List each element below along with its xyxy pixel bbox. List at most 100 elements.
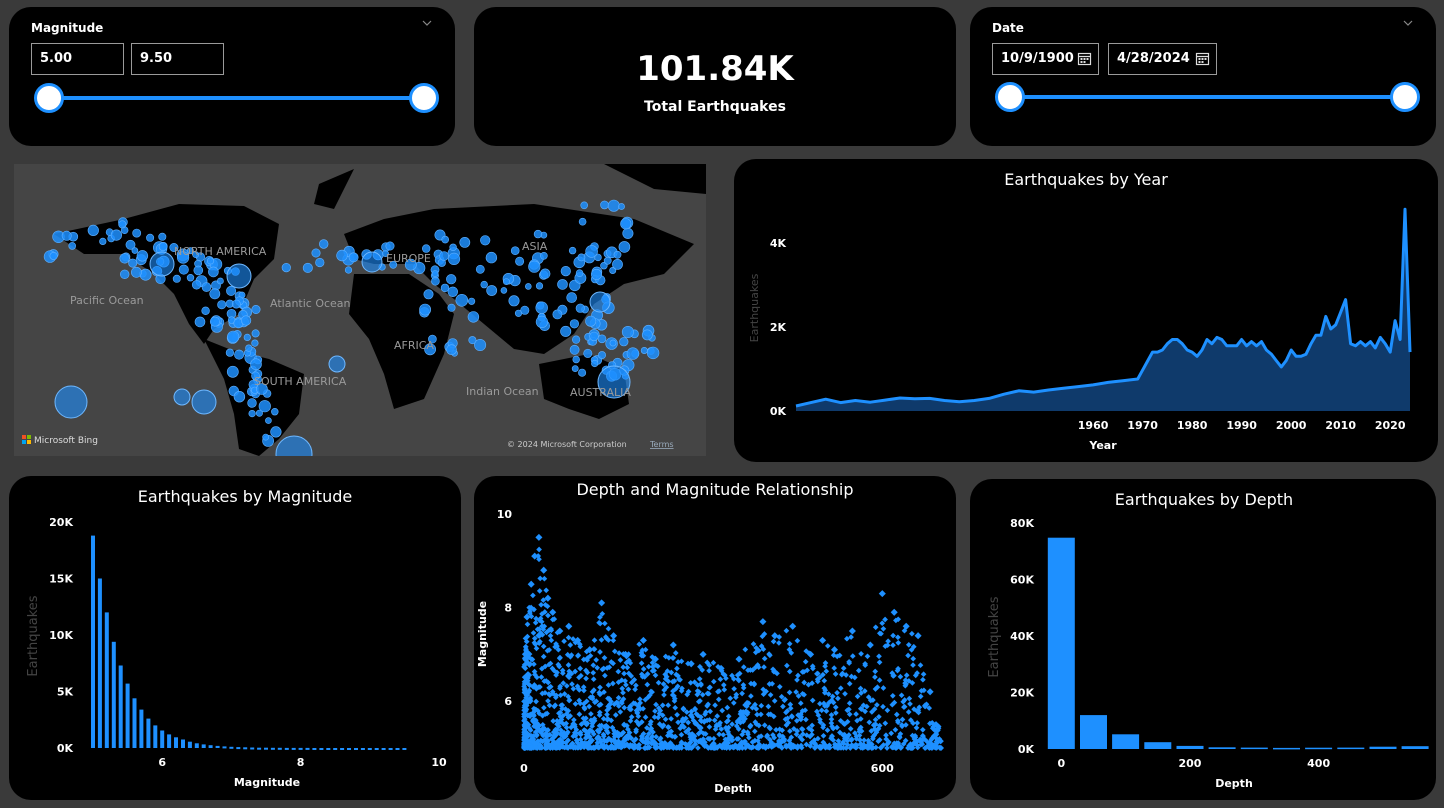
earthquake-marker (275, 435, 313, 456)
scatter-cloud-point (823, 668, 830, 675)
scatter-cloud-point (876, 653, 882, 660)
earthquake-marker (612, 259, 623, 270)
scatter-cloud-point (569, 681, 575, 687)
magnitude-bar (146, 718, 151, 748)
scatter-cloud-point (565, 662, 572, 668)
earthquake-marker (217, 300, 227, 310)
earthquake-marker (248, 410, 256, 418)
scatter-cloud-point (784, 662, 790, 669)
scatter-cloud-point (680, 705, 687, 712)
scatter-point (535, 533, 543, 541)
scatter-cloud-point (586, 703, 593, 710)
earthquake-marker (646, 346, 660, 360)
magnitude-min-input[interactable]: 5.00 (31, 43, 124, 75)
depth-bar (1047, 537, 1075, 749)
scatter-cloud-point (633, 682, 639, 689)
scatter-cloud-point (706, 724, 713, 730)
magnitude-slider-track[interactable] (49, 96, 425, 100)
scatter-cloud-point (776, 640, 782, 646)
scatter-cloud-point (765, 703, 772, 710)
depth-bar (1176, 745, 1204, 749)
magnitude-bar (125, 683, 130, 748)
date-slider-start-handle[interactable] (995, 82, 1025, 112)
earthquake-marker (641, 329, 653, 341)
earthquake-marker (193, 265, 204, 276)
magnitude-slider-max-handle[interactable] (409, 83, 439, 113)
magnitude-bar (236, 747, 241, 750)
scatter-cloud-point (909, 630, 915, 637)
earthquake-marker (528, 260, 541, 273)
map-terms-link[interactable]: Terms (649, 440, 674, 449)
date-slider-track[interactable] (1010, 95, 1406, 99)
scatter-cloud-point (880, 703, 886, 710)
magnitude-bar (360, 748, 365, 750)
scatter-cloud-point (905, 652, 911, 659)
scatter-cloud-point (837, 685, 844, 692)
earthquake-marker (361, 251, 383, 273)
earthquake-marker (535, 301, 548, 314)
scatter-cloud-point (905, 709, 912, 715)
scatter-cloud-point (580, 684, 587, 690)
scatter-cloud-point (644, 681, 651, 688)
chevron-down-icon[interactable] (421, 17, 433, 29)
chevron-down-icon[interactable] (1402, 17, 1414, 29)
magnitude-y-tick-label: 15K (49, 573, 73, 586)
scatter-cloud-point (550, 718, 557, 724)
date-start-input[interactable]: 10/9/1900 (992, 43, 1099, 75)
magnitude-bar (167, 734, 172, 748)
magnitude-max-input[interactable]: 9.50 (131, 43, 224, 75)
earthquake-marker (315, 257, 325, 268)
magnitude-y-tick-label: 20K (49, 516, 73, 529)
earthquake-marker (475, 264, 485, 274)
earthquake-marker (173, 388, 191, 406)
map-copyright: © 2024 Microsoft Corporation (507, 440, 627, 449)
scatter-cloud-point (786, 668, 793, 675)
scatter-cloud-point (832, 704, 839, 711)
scatter-cloud-point (725, 713, 732, 720)
year-chart: Earthquakes by Year 0K 2K 4K 1960 1970 1980 199… (748, 170, 1412, 452)
scatter-cloud-point (546, 702, 553, 709)
earthquake-marker (226, 263, 252, 289)
earthquake-marker (119, 253, 130, 264)
scatter-cloud-point (533, 645, 540, 652)
scatter-x-tick-label: 600 (871, 762, 894, 775)
scatter-cloud-point (712, 702, 718, 709)
earthquake-marker (131, 266, 142, 278)
scatter-cloud-point (905, 641, 912, 648)
scatter-point (598, 599, 606, 607)
depth-y-tick-label: 40K (1010, 630, 1034, 643)
scatter-cloud-point (893, 711, 900, 718)
calendar-icon[interactable] (1195, 51, 1210, 66)
scatter-point (639, 636, 647, 644)
magnitude-bar (215, 745, 220, 748)
scatter-cloud-point (717, 676, 724, 683)
scatter-cloud-point (674, 711, 680, 718)
magnitude-bar (229, 746, 234, 749)
depth-y-tick-label: 60K (1010, 574, 1034, 587)
year-x-tick-label: 1970 (1127, 419, 1158, 432)
earthquake-marker (87, 224, 99, 237)
magnitude-slider-min-handle[interactable] (34, 83, 64, 113)
date-slider-end-handle[interactable] (1390, 82, 1420, 112)
earthquake-map[interactable]: NORTH AMERICA EUROPE ASIA Pacific Ocean … (14, 164, 706, 456)
scatter-cloud-point (536, 588, 543, 594)
scatter-cloud-point (590, 669, 597, 676)
earthquake-marker (54, 385, 88, 419)
earthquake-marker (640, 347, 648, 355)
earthquake-marker (500, 287, 508, 294)
calendar-icon[interactable] (1077, 51, 1092, 66)
scatter-cloud-point (903, 672, 910, 679)
scatter-cloud-point (872, 674, 878, 680)
scatter-cloud-point (591, 637, 598, 644)
depth-x-tick-label: 200 (1178, 757, 1201, 770)
date-end-input[interactable]: 4/28/2024 (1108, 43, 1217, 75)
earthquake-marker (607, 199, 620, 212)
kpi-card: 101.84K Total Earthquakes (474, 7, 956, 146)
earthquake-marker (328, 355, 346, 373)
scatter-cloud-point (672, 704, 679, 711)
earthquake-marker (566, 292, 578, 303)
scatter-cloud-point (740, 664, 747, 670)
scatter-cloud-point (655, 679, 662, 686)
scatter-cloud-point (889, 692, 896, 699)
scatter-cloud-point (767, 692, 774, 698)
